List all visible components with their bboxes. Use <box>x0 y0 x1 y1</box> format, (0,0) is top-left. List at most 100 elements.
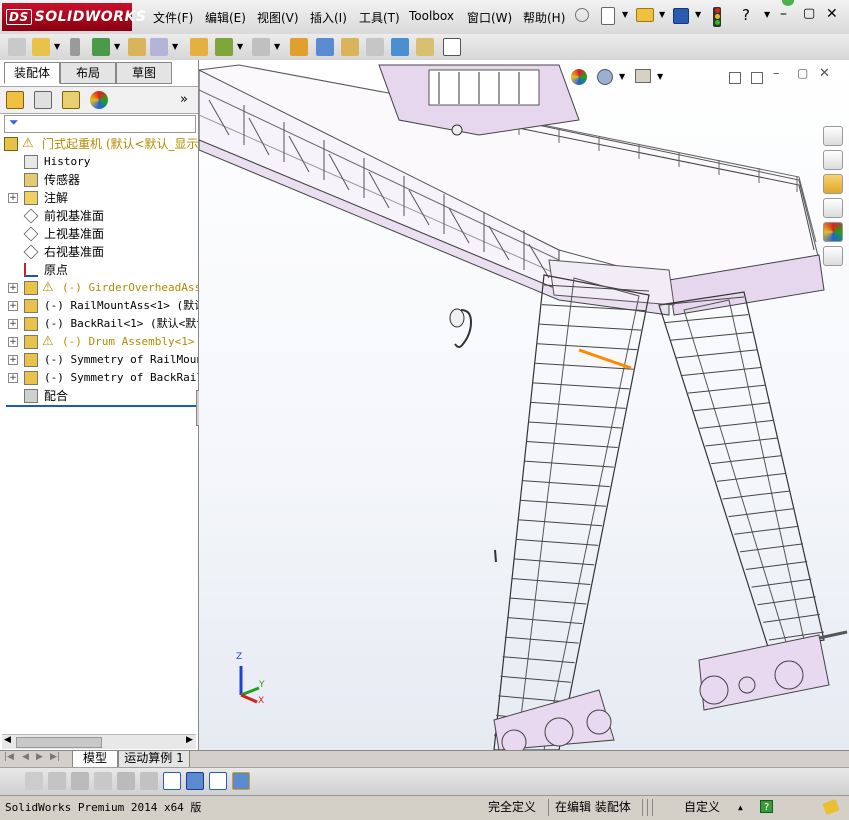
tab-scroll-prev-icon[interactable]: ◀ <box>22 752 29 762</box>
scroll-right-icon[interactable]: ▶ <box>186 735 193 745</box>
open-folder-icon[interactable] <box>636 8 654 22</box>
custom-properties-icon[interactable] <box>823 246 843 266</box>
viewport-close-button[interactable]: ✕ <box>819 66 830 81</box>
scene-icon[interactable] <box>597 69 613 85</box>
menu-help[interactable]: 帮助(H) <box>523 9 565 26</box>
tab-scroll-next-icon[interactable]: ▶ <box>36 752 43 762</box>
menu-window[interactable]: 窗口(W) <box>467 9 512 26</box>
expand-panel-icon[interactable]: » <box>180 92 188 107</box>
configuration-manager-tab-icon[interactable] <box>62 91 80 109</box>
tab-motion-study[interactable]: 运动算例 1 <box>118 751 190 768</box>
tree-item[interactable]: + 注解 <box>0 189 198 207</box>
status-units[interactable]: 自定义 <box>684 799 720 816</box>
appearances-scenes-icon[interactable] <box>823 222 843 242</box>
move-component-icon[interactable] <box>150 38 168 56</box>
expand-toggle-icon[interactable]: + <box>8 301 18 311</box>
new-document-icon[interactable] <box>601 7 615 25</box>
pattern-dropdown-icon[interactable]: ▼ <box>114 42 120 51</box>
shaded-cube-icon[interactable] <box>186 772 204 790</box>
tree-item[interactable]: 原点 <box>0 261 198 279</box>
tab-scroll-last-icon[interactable]: ▶| <box>50 752 60 762</box>
solidworks-resources-icon[interactable] <box>823 126 843 146</box>
expand-toggle-icon[interactable]: + <box>8 355 18 365</box>
move-dropdown-icon[interactable]: ▼ <box>172 42 178 51</box>
feature-manager-tab-icon[interactable] <box>6 91 24 109</box>
tree-item[interactable]: History <box>0 153 198 171</box>
align-icon[interactable] <box>140 772 158 790</box>
bill-of-materials-icon[interactable] <box>316 38 334 56</box>
window-restore-button[interactable]: ▢ <box>803 6 815 21</box>
list-view-icon[interactable] <box>94 772 112 790</box>
expand-toggle-icon[interactable]: + <box>8 193 18 203</box>
viewport-minimize-button[interactable]: – <box>773 66 780 81</box>
new-assembly-icon[interactable] <box>32 38 50 56</box>
explode-line-sketch-icon[interactable] <box>366 38 384 56</box>
filter-funnel-icon[interactable]: ⏷ <box>9 115 19 130</box>
reference-dropdown-icon[interactable]: ▼ <box>274 42 280 51</box>
menu-toolbox[interactable]: Toolbox <box>409 9 454 23</box>
tab-layout[interactable]: 布局 <box>60 62 116 84</box>
tree-item[interactable]: 传感器 <box>0 171 198 189</box>
tree-item[interactable]: 配合 <box>0 387 198 405</box>
file-explorer-icon[interactable] <box>823 174 843 194</box>
show-hidden-icon[interactable] <box>190 38 208 56</box>
tree-item[interactable]: + (-) RailMountAss<1> (默认< <box>0 297 198 315</box>
view-palette-icon[interactable] <box>823 198 843 218</box>
appearance-icon[interactable] <box>571 69 587 85</box>
view-settings-dropdown-icon[interactable]: ▼ <box>657 72 663 81</box>
expand-toggle-icon[interactable]: + <box>8 373 18 383</box>
tree-root-item[interactable]: ⚠ 门式起重机 (默认<默认_显示 <box>0 135 198 153</box>
scene-dropdown-icon[interactable]: ▼ <box>619 72 625 81</box>
expand-toggle-icon[interactable]: + <box>8 283 18 293</box>
menu-edit[interactable]: 编辑(E) <box>205 9 246 26</box>
open-dropdown-icon[interactable]: ▼ <box>659 10 665 19</box>
save-dropdown-icon[interactable]: ▼ <box>695 10 701 19</box>
section-view-icon[interactable] <box>71 772 89 790</box>
help-icon[interactable]: ? <box>760 800 773 813</box>
tree-item[interactable]: 前视基准面 <box>0 207 198 225</box>
units-dropdown-icon[interactable]: ▲ <box>738 799 743 816</box>
tree-item[interactable]: + ⚠ (-) Drum Assembly<1> ( <box>0 333 198 351</box>
tree-item[interactable]: + ⚠ (-) GirderOverheadAssem <box>0 279 198 297</box>
assembly-dropdown-icon[interactable]: ▼ <box>54 42 60 51</box>
expand-toggle-icon[interactable]: + <box>8 337 18 347</box>
grid-icon[interactable] <box>117 772 135 790</box>
tree-filter-field[interactable]: ⏷ <box>4 115 196 133</box>
help-dropdown-icon[interactable]: ▼ <box>764 10 770 19</box>
display-style-icon[interactable] <box>25 772 43 790</box>
render-icon[interactable] <box>232 772 250 790</box>
viewport-tile-icon[interactable] <box>729 72 741 84</box>
tree-item[interactable]: 上视基准面 <box>0 225 198 243</box>
rollback-bar[interactable] <box>6 405 196 407</box>
horizontal-scrollbar[interactable]: ◀ ▶ <box>2 734 196 749</box>
smart-fasteners-icon[interactable] <box>128 38 146 56</box>
axis-chart-icon[interactable] <box>163 772 181 790</box>
menu-file[interactable]: 文件(F) <box>153 9 193 26</box>
design-library-icon[interactable] <box>823 150 843 170</box>
hidden-lines-icon[interactable] <box>48 772 66 790</box>
pin-icon[interactable] <box>575 8 589 22</box>
tab-sketch[interactable]: 草图 <box>116 62 172 84</box>
scroll-left-icon[interactable]: ◀ <box>4 735 11 745</box>
save-icon[interactable] <box>673 8 689 24</box>
window-close-button[interactable]: ✕ <box>826 6 838 22</box>
clearance-verification-icon[interactable] <box>416 38 434 56</box>
insert-component-icon[interactable] <box>8 38 26 56</box>
window-minimize-button[interactable]: – <box>780 6 787 22</box>
new-dropdown-icon[interactable]: ▼ <box>622 10 628 19</box>
solidworks-logo[interactable]: DS SOLIDWORKS <box>2 3 146 31</box>
display-manager-tab-icon[interactable] <box>90 91 108 109</box>
tab-scroll-first-icon[interactable]: |◀ <box>4 752 14 762</box>
assembly-features-icon[interactable] <box>215 38 233 56</box>
exploded-view-icon[interactable] <box>341 38 359 56</box>
tree-item[interactable]: + (-) Symmetry of BackRail< <box>0 369 198 387</box>
tree-item[interactable]: + (-) BackRail<1> (默认<默认 <box>0 315 198 333</box>
features-dropdown-icon[interactable]: ▼ <box>237 42 243 51</box>
reference-geometry-icon[interactable] <box>252 38 270 56</box>
viewport-split-icon[interactable] <box>751 72 763 84</box>
instant-3d-icon[interactable] <box>443 38 461 56</box>
new-motion-study-icon[interactable] <box>290 38 308 56</box>
tab-assembly[interactable]: 装配体 <box>4 62 60 84</box>
menu-tools[interactable]: 工具(T) <box>359 9 400 26</box>
mate-icon[interactable] <box>70 38 80 56</box>
